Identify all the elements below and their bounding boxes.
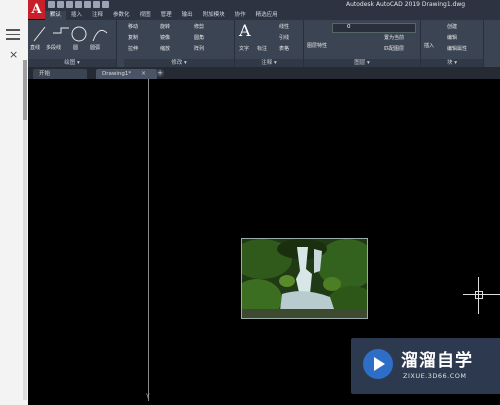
annotation-panel-label[interactable]: 注释 ▾ (235, 59, 303, 67)
ribbon-tab-3[interactable]: 参数化 (108, 11, 135, 20)
quick-access-toolbar (48, 1, 109, 10)
tab-close-icon[interactable]: × (141, 70, 146, 77)
waterfall-image-icon (232, 239, 377, 322)
watermark-url: ZIXUE.3D66.COM (403, 372, 467, 380)
layers-panel: 图层特性 0 置为当前 匹配图层 图层 ▾ (304, 20, 421, 67)
watermark: 溜溜自学 ZIXUE.3D66.COM (351, 338, 500, 394)
array-tool[interactable]: 阵列 (194, 45, 204, 52)
draw-panel: 直线 多段线 圆 圆弧 绘图 ▾ (28, 20, 117, 67)
trim-tool[interactable]: 修剪 (194, 23, 204, 30)
ribbon-tab-9[interactable]: 精选应用 (251, 11, 283, 20)
copy-tool[interactable]: 复制 (128, 34, 138, 41)
modify-panel: 移动 旋转 修剪 复制 镜像 圆角 拉伸 缩放 阵列 修改 ▾ (124, 20, 235, 67)
autocad-window: Autodesk AutoCAD 2019 Drawing1.dwg A 默认插… (28, 0, 500, 405)
ribbon-tab-7[interactable]: 附加模块 (198, 11, 230, 20)
new-tab-button[interactable]: + (156, 69, 164, 77)
edit-block-tool[interactable]: 编辑 (447, 34, 457, 41)
circle-tool[interactable]: 圆 (73, 44, 78, 51)
polyline-tool[interactable]: 多段线 (46, 44, 61, 51)
ribbon-tab-0[interactable]: 默认 (45, 11, 67, 20)
ribbon-tab-2[interactable]: 注释 (87, 11, 108, 20)
table-tool[interactable]: 表格 (279, 45, 289, 52)
scale-tool[interactable]: 缩放 (160, 45, 170, 52)
block-panel: 插入 创建 编辑 编辑属性 块 ▾ (421, 20, 484, 67)
text-tool[interactable]: 文字 (239, 45, 249, 52)
layer-properties-tool[interactable]: 图层特性 (307, 42, 327, 49)
draw-panel-label[interactable]: 绘图 ▾ (28, 59, 116, 67)
ribbon-tab-4[interactable]: 视图 (135, 11, 156, 20)
set-current-tool[interactable]: 置为当前 (384, 34, 404, 41)
save-icon[interactable] (66, 1, 73, 8)
draw-tool-icons (33, 26, 108, 42)
stretch-tool[interactable]: 拉伸 (128, 45, 138, 52)
title-bar: Autodesk AutoCAD 2019 Drawing1.dwg (28, 0, 500, 11)
ribbon-tab-8[interactable]: 协作 (230, 11, 251, 20)
block-panel-label[interactable]: 块 ▾ (421, 59, 483, 67)
insert-tool[interactable]: 插入 (424, 42, 434, 49)
linear-tool[interactable]: 线性 (279, 23, 289, 30)
line-tool[interactable]: 直线 (30, 44, 40, 51)
dimension-tool[interactable]: 标注 (257, 45, 267, 52)
scrollbar-thumb[interactable] (23, 60, 27, 120)
layers-panel-label[interactable]: 图层 ▾ (304, 59, 420, 67)
ribbon: 直线 多段线 圆 圆弧 绘图 ▾ 移动 旋转 修剪 复制 镜像 圆角 拉伸 缩放… (28, 20, 500, 67)
leader-tool[interactable]: 引线 (279, 34, 289, 41)
modify-panel-label[interactable]: 修改 ▾ (124, 59, 234, 67)
browser-sidebar: × (0, 0, 29, 405)
ribbon-tab-1[interactable]: 插入 (66, 11, 87, 20)
text-tool-icon: A (239, 21, 251, 40)
create-block-tool[interactable]: 创建 (447, 23, 457, 30)
layer-dropdown[interactable]: 0 (332, 23, 416, 33)
annotation-panel: A 文字 标注 线性 引线 表格 注释 ▾ (235, 20, 304, 67)
fillet-tool[interactable]: 圆角 (194, 34, 204, 41)
hamburger-menu-icon[interactable] (6, 26, 20, 40)
inserted-image[interactable] (232, 238, 377, 322)
app-menu-button[interactable]: A (28, 0, 45, 19)
mirror-tool[interactable]: 镜像 (160, 34, 170, 41)
tab-start[interactable]: 开始 (33, 69, 87, 79)
arc-tool[interactable]: 圆弧 (90, 44, 100, 51)
new-file-icon[interactable] (48, 1, 55, 8)
ucs-y-axis (148, 79, 149, 401)
watermark-title: 溜溜自学 (401, 351, 473, 371)
y-axis-label: Y (146, 393, 150, 400)
ribbon-tab-5[interactable]: 管理 (156, 11, 177, 20)
open-file-icon[interactable] (57, 1, 64, 8)
rotate-tool[interactable]: 旋转 (160, 23, 170, 30)
tab-drawing1[interactable]: Drawing1* (96, 69, 157, 79)
cursor-pickbox (475, 291, 483, 299)
redo-icon[interactable] (102, 1, 109, 8)
play-logo-icon (363, 349, 393, 379)
match-layer-tool[interactable]: 匹配图层 (384, 45, 404, 52)
move-tool[interactable]: 移动 (128, 23, 138, 30)
edit-attributes-tool[interactable]: 编辑属性 (447, 45, 467, 52)
document-tab-bar: 开始 Drawing1* × + (28, 67, 500, 79)
close-icon[interactable]: × (9, 48, 18, 61)
window-title: Autodesk AutoCAD 2019 Drawing1.dwg (346, 1, 466, 8)
ribbon-tab-bar: 默认 插入 注释 参数化 视图 管理 输出 附加模块 协作 精选应用 (45, 11, 500, 20)
print-icon[interactable] (84, 1, 91, 8)
save-as-icon[interactable] (75, 1, 82, 8)
current-layer-value: 0 (347, 24, 351, 30)
ribbon-tab-6[interactable]: 输出 (177, 11, 198, 20)
undo-icon[interactable] (93, 1, 100, 8)
